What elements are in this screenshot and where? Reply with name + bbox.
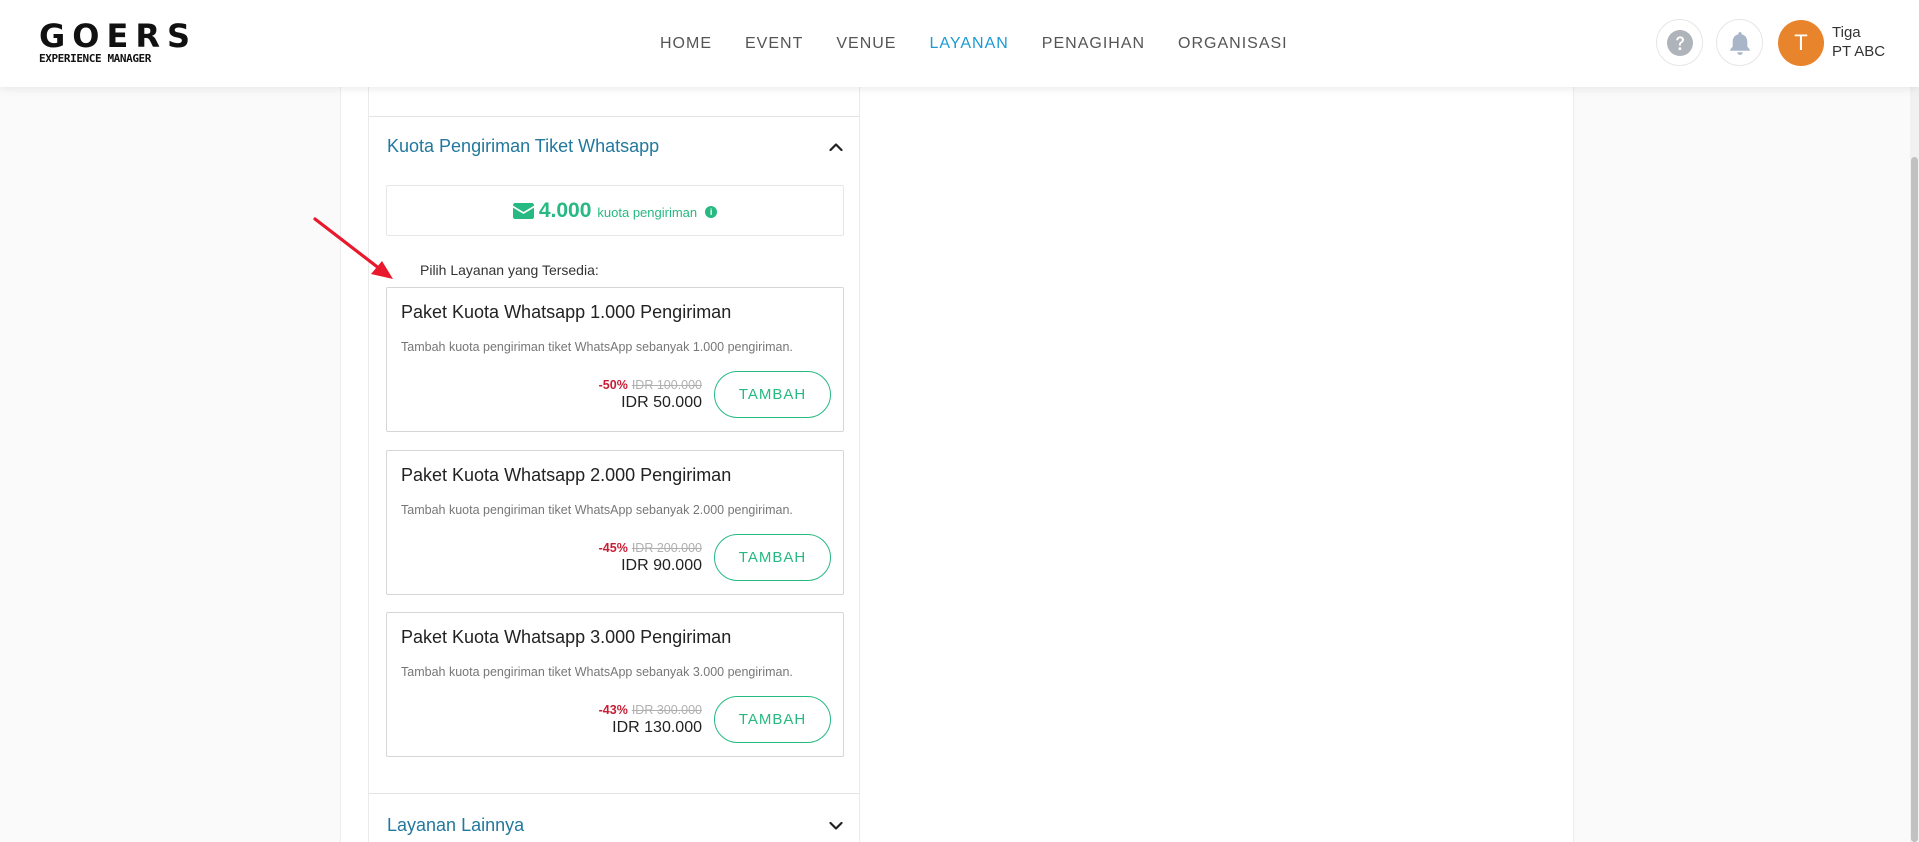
original-price: IDR 100.000 <box>631 378 702 392</box>
package-card: Paket Kuota Whatsapp 3.000 Pengiriman Ta… <box>386 612 844 757</box>
add-package-button[interactable]: TAMBAH <box>714 534 831 581</box>
other-services-title: Layanan Lainnya <box>387 815 525 835</box>
package-title: Paket Kuota Whatsapp 3.000 Pengiriman <box>401 627 732 647</box>
info-icon[interactable]: i <box>705 205 718 218</box>
price-block: -43% IDR 300.000 IDR 130.000 <box>599 703 702 737</box>
annotation-arrow-icon <box>313 217 393 279</box>
user-organization[interactable]: PT ABC <box>1832 43 1885 60</box>
bell-icon <box>1729 31 1750 55</box>
notifications-button[interactable] <box>1716 19 1763 66</box>
price-block: -50% IDR 100.000 IDR 50.000 <box>599 378 702 412</box>
final-price: IDR 90.000 <box>621 557 702 574</box>
final-price: IDR 50.000 <box>621 394 702 411</box>
logo-main-text: GOERS <box>39 17 198 55</box>
choose-service-label: Pilih Layanan yang Tersedia: <box>420 262 599 278</box>
add-package-button[interactable]: TAMBAH <box>714 696 831 743</box>
nav-item-event[interactable]: EVENT <box>745 35 803 53</box>
package-description: Tambah kuota pengiriman tiket WhatsApp s… <box>401 340 793 354</box>
main-content: Kuota Pengiriman Tiket Whatsapp 4.000 ku… <box>340 87 1574 842</box>
nav-item-home[interactable]: HOME <box>660 35 712 53</box>
chevron-down-icon[interactable] <box>829 819 843 833</box>
whatsapp-quota-title: Kuota Pengiriman Tiket Whatsapp <box>387 136 660 156</box>
top-header: GOERS EXPERIENCE MANAGER HOME EVENT VENU… <box>0 0 1919 87</box>
original-price: IDR 200.000 <box>631 541 702 555</box>
nav-item-venue[interactable]: VENUE <box>836 35 896 53</box>
help-button[interactable] <box>1656 19 1703 66</box>
nav-item-penagihan[interactable]: PENAGIHAN <box>1042 35 1145 53</box>
divider <box>369 116 859 117</box>
package-card: Paket Kuota Whatsapp 2.000 Pengiriman Ta… <box>386 450 844 595</box>
main-nav: HOME EVENT VENUE LAYANAN PENAGIHAN ORGAN… <box>660 0 1321 87</box>
scrollbar-thumb[interactable] <box>1911 157 1918 842</box>
package-title: Paket Kuota Whatsapp 2.000 Pengiriman <box>401 465 732 485</box>
whatsapp-quota-header[interactable]: Kuota Pengiriman Tiket Whatsapp <box>387 136 843 157</box>
divider <box>369 793 859 794</box>
question-circle-icon <box>1666 29 1693 56</box>
quota-summary: 4.000 kuota pengiriman i <box>386 185 844 236</box>
package-card: Paket Kuota Whatsapp 1.000 Pengiriman Ta… <box>386 287 844 432</box>
quota-value: 4.000 <box>538 198 592 222</box>
final-price: IDR 130.000 <box>612 719 702 736</box>
user-avatar[interactable]: T <box>1778 20 1824 66</box>
package-description: Tambah kuota pengiriman tiket WhatsApp s… <box>401 503 793 517</box>
other-services-header[interactable]: Layanan Lainnya <box>387 815 843 836</box>
package-title: Paket Kuota Whatsapp 1.000 Pengiriman <box>401 302 732 322</box>
quota-label: kuota pengiriman <box>597 204 698 220</box>
nav-item-organisasi[interactable]: ORGANISASI <box>1178 35 1288 53</box>
chevron-up-icon[interactable] <box>829 140 843 154</box>
discount-badge: -45% <box>598 541 628 555</box>
nav-item-layanan[interactable]: LAYANAN <box>929 35 1008 53</box>
goers-logo[interactable]: GOERS EXPERIENCE MANAGER <box>39 20 197 65</box>
package-description: Tambah kuota pengiriman tiket WhatsApp s… <box>401 665 793 679</box>
page-scrollbar[interactable] <box>1910 87 1919 842</box>
discount-badge: -50% <box>598 378 628 392</box>
envelope-icon <box>512 202 534 219</box>
add-package-button[interactable]: TAMBAH <box>714 371 831 418</box>
original-price: IDR 300.000 <box>631 703 702 717</box>
user-name[interactable]: Tiga <box>1832 24 1861 41</box>
discount-badge: -43% <box>598 703 628 717</box>
services-panel: Kuota Pengiriman Tiket Whatsapp 4.000 ku… <box>368 87 860 842</box>
price-block: -45% IDR 200.000 IDR 90.000 <box>599 541 702 575</box>
